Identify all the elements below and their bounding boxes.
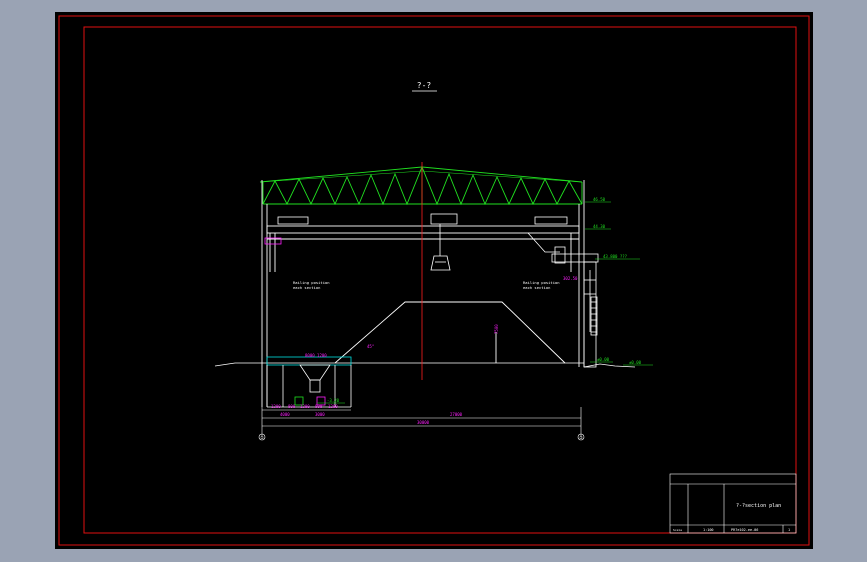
elev-ground-far-right: ±0.00 [629, 360, 642, 365]
axis-label-right: ② [579, 435, 583, 440]
axis-label-left: ① [260, 435, 264, 440]
section-title: ?-? [417, 81, 432, 90]
dim-seg5: 1200 [328, 404, 338, 409]
title-block-scale-label: Scale [673, 528, 682, 532]
section-drawing: ?-? ① ② 1200 800 1200 800 1200 4000 3000… [58, 15, 810, 546]
title-block-sheet-no: 1 [788, 528, 790, 532]
dim-seg1: 1200 [271, 404, 281, 409]
drawing-sheet: ?-? ① ② 1200 800 1200 800 1200 4000 3000… [55, 12, 813, 549]
elev-pit-floor: -3.20 [327, 398, 340, 403]
outer-border [58, 15, 810, 546]
slope-label: 45° [367, 344, 374, 349]
dim-seg2: 800 [288, 404, 296, 409]
dim-seg4: 800 [315, 404, 323, 409]
dim-sub2: 3000 [315, 412, 325, 417]
roof-truss [259, 165, 583, 206]
dim-sub1: 4000 [280, 412, 290, 417]
building-frame [261, 180, 585, 407]
elev-crane-beam: 43.800 ??? [603, 254, 628, 259]
stockpile [334, 301, 566, 364]
inner-border [83, 26, 797, 534]
title-block-scale: 1:100 [703, 528, 714, 532]
right-note-line2: each section [523, 285, 550, 290]
dim-span-inner: 27000 [450, 412, 463, 417]
left-note-line2: each section [293, 285, 320, 290]
stockpile-height-label: 7500 [494, 324, 499, 334]
dim-seg3: 1200 [300, 404, 310, 409]
elev-ground-right: ±0.00 [597, 357, 610, 362]
title-block-drawing-no: PR7e102-ee-06 [731, 528, 758, 532]
elev-roof-top: 46.50 [593, 197, 606, 202]
rail-label: 302.50 [563, 276, 578, 281]
crane [264, 213, 568, 271]
dim-span-total: 30000 [417, 420, 430, 425]
title-block-name: ?-?section plan [736, 503, 781, 509]
elev-rail-top: 44.30 [593, 224, 606, 229]
pit-label: 8000 1200 [305, 353, 327, 358]
right-annex [551, 253, 599, 368]
